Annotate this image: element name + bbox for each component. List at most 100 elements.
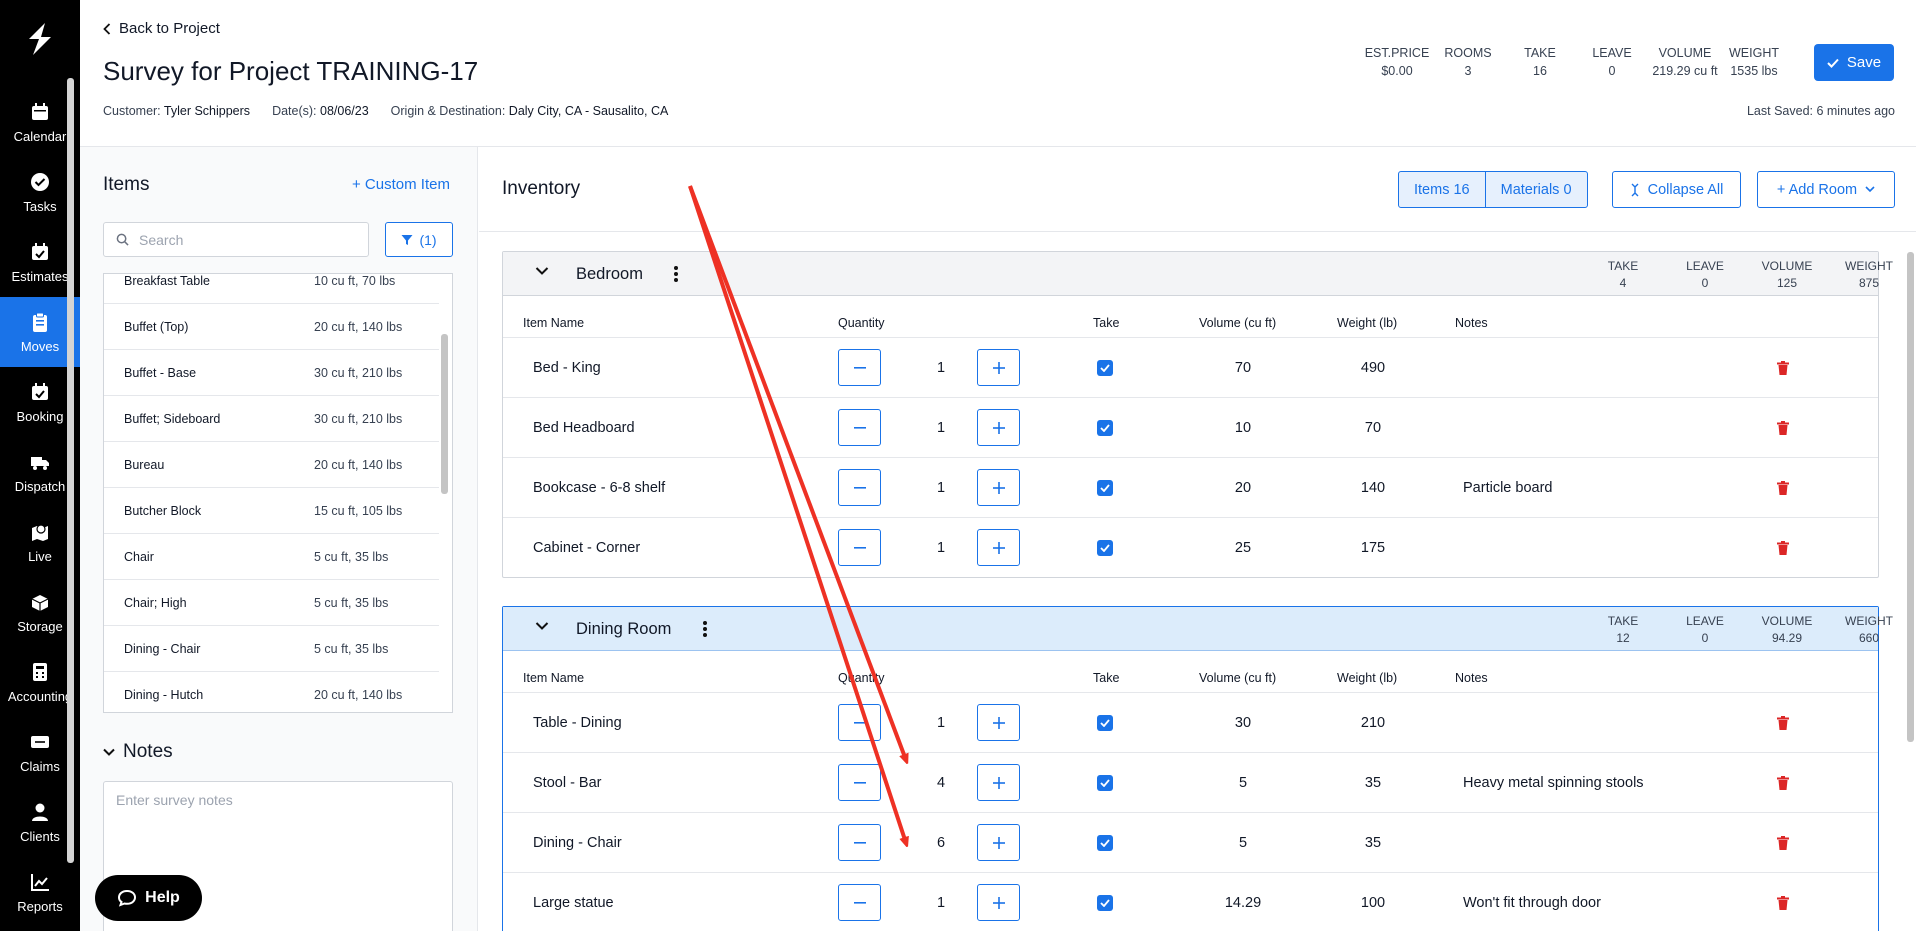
catalog-item[interactable]: Bureau 20 cu ft, 140 lbs [104, 442, 439, 488]
custom-item-button[interactable]: + Custom Item [352, 176, 450, 193]
increment-button[interactable] [977, 884, 1020, 921]
decrement-button[interactable] [838, 349, 881, 386]
tab-materials[interactable]: Materials 0 [1484, 172, 1587, 207]
column-header-quantity: Quantity [838, 671, 885, 685]
nav-scrollbar[interactable] [67, 78, 74, 863]
nav-item-label: Estimates [11, 268, 69, 284]
inventory-row: Bed Headboard 1 10 70 [503, 397, 1878, 457]
chevron-down-icon[interactable] [535, 266, 549, 276]
quantity-value[interactable]: 1 [921, 480, 961, 496]
nav-item-label: Live [28, 548, 52, 564]
items-panel: Items + Custom Item (1) Breakfast Table 1… [80, 147, 478, 931]
trash-icon[interactable] [1777, 480, 1789, 495]
back-to-project-link[interactable]: Back to Project [103, 20, 220, 37]
add-room-button[interactable]: + Add Room [1757, 171, 1895, 208]
app-logo[interactable] [0, 16, 80, 62]
trash-icon[interactable] [1777, 775, 1789, 790]
trash-icon[interactable] [1777, 835, 1789, 850]
check-icon [1100, 543, 1110, 552]
catalog-item[interactable]: Buffet (Top) 20 cu ft, 140 lbs [104, 304, 439, 350]
room-stat-label: VOLUME [1761, 259, 1813, 273]
column-header-weight: Weight (lb) [1337, 671, 1398, 685]
decrement-button[interactable] [838, 409, 881, 446]
catalog-item[interactable]: Dining - Hutch 20 cu ft, 140 lbs [104, 672, 439, 712]
catalog-item[interactable]: Breakfast Table 10 cu ft, 70 lbs [104, 274, 439, 304]
minus-icon [853, 721, 866, 724]
search-input[interactable] [139, 231, 349, 248]
quantity-value[interactable]: 1 [921, 360, 961, 376]
logo-icon [29, 23, 51, 55]
catalog-item[interactable]: Buffet; Sideboard 30 cu ft, 210 lbs [104, 396, 439, 442]
check-icon [1100, 898, 1110, 907]
decrement-button[interactable] [838, 884, 881, 921]
trash-icon[interactable] [1777, 360, 1789, 375]
inventory-view-toggle: Items 16 Materials 0 [1398, 171, 1588, 208]
row-notes[interactable]: Heavy metal spinning stools [1463, 775, 1644, 791]
help-button[interactable]: Help [95, 875, 202, 921]
inventory-scrollbar[interactable] [1907, 252, 1914, 742]
trash-icon[interactable] [1777, 540, 1789, 555]
quantity-value[interactable]: 1 [921, 540, 961, 556]
nav-item-label: Clients [20, 828, 60, 844]
room-header[interactable]: Dining Room TAKE 12 LEAVE 0 VOLUME 94.29 WEIGHT… [503, 607, 1893, 651]
increment-button[interactable] [977, 349, 1020, 386]
catalog-item[interactable]: Chair 5 cu ft, 35 lbs [104, 534, 439, 580]
room-stat-label: LEAVE [1686, 259, 1724, 273]
decrement-button[interactable] [838, 824, 881, 861]
increment-button[interactable] [977, 704, 1020, 741]
quantity-value[interactable]: 6 [921, 835, 961, 851]
decrement-button[interactable] [838, 529, 881, 566]
increment-button[interactable] [977, 764, 1020, 801]
calculator-icon [33, 662, 47, 681]
increment-button[interactable] [977, 824, 1020, 861]
save-button[interactable]: Save [1814, 44, 1894, 81]
notes-toggle[interactable]: Notes [103, 741, 173, 763]
nav-item-reports[interactable]: Reports [0, 857, 80, 927]
filter-button[interactable]: (1) [385, 222, 453, 257]
room-stat-label: WEIGHT [1845, 614, 1893, 628]
take-checkbox[interactable] [1097, 479, 1113, 496]
catalog-item-size: 20 cu ft, 140 lbs [314, 457, 403, 472]
take-checkbox[interactable] [1097, 714, 1113, 731]
take-checkbox[interactable] [1097, 894, 1113, 911]
kebab-menu-icon[interactable] [673, 265, 679, 283]
item-list-scrollbar[interactable] [441, 334, 448, 494]
quantity-value[interactable]: 1 [921, 420, 961, 436]
quantity-value[interactable]: 1 [921, 895, 961, 911]
room-header[interactable]: Bedroom TAKE 4 LEAVE 0 VOLUME 125 WEIGHT 875 [503, 252, 1893, 296]
trash-icon[interactable] [1777, 895, 1789, 910]
volume-value: 14.29 [1224, 894, 1262, 911]
quantity-value[interactable]: 4 [921, 775, 961, 791]
take-checkbox[interactable] [1097, 359, 1113, 376]
take-checkbox[interactable] [1097, 419, 1113, 436]
column-header-take: Take [1093, 671, 1120, 685]
increment-button[interactable] [977, 529, 1020, 566]
take-checkbox[interactable] [1097, 539, 1113, 556]
user-icon [32, 803, 48, 821]
room-stat-label: TAKE [1607, 614, 1639, 628]
catalog-item[interactable]: Dining - Chair 5 cu ft, 35 lbs [104, 626, 439, 672]
decrement-button[interactable] [838, 469, 881, 506]
take-checkbox[interactable] [1097, 774, 1113, 791]
catalog-item[interactable]: Butcher Block 15 cu ft, 105 lbs [104, 488, 439, 534]
take-checkbox[interactable] [1097, 834, 1113, 851]
kebab-menu-icon[interactable] [702, 620, 708, 638]
increment-button[interactable] [977, 469, 1020, 506]
trash-icon[interactable] [1777, 715, 1789, 730]
catalog-item[interactable]: Buffet - Base 30 cu ft, 210 lbs [104, 350, 439, 396]
room-stat-weight: WEIGHT 660 [1829, 613, 1909, 647]
row-notes[interactable]: Particle board [1463, 480, 1552, 496]
decrement-button[interactable] [838, 704, 881, 741]
catalog-item[interactable]: Chair; High 5 cu ft, 35 lbs [104, 580, 439, 626]
last-saved-status: Last Saved: 6 minutes ago [1746, 104, 1895, 118]
decrement-button[interactable] [838, 764, 881, 801]
increment-button[interactable] [977, 409, 1020, 446]
weight-value: 35 [1364, 774, 1382, 791]
collapse-all-button[interactable]: Collapse All [1612, 171, 1741, 208]
trash-icon[interactable] [1777, 420, 1789, 435]
chevron-down-icon[interactable] [535, 621, 549, 631]
quantity-value[interactable]: 1 [921, 715, 961, 731]
row-notes[interactable]: Won't fit through door [1463, 895, 1601, 911]
check-circle-icon [31, 172, 49, 191]
tab-items[interactable]: Items 16 [1399, 172, 1485, 207]
